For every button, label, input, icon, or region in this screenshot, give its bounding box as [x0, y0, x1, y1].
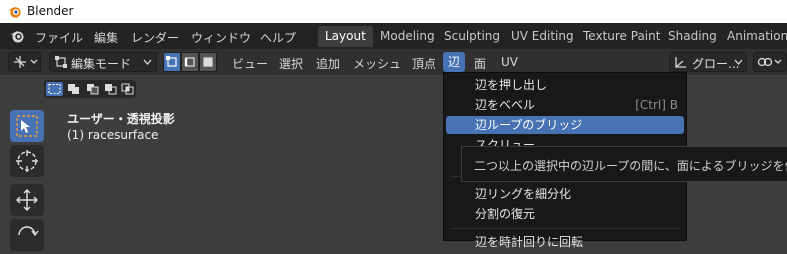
select-extend-icon[interactable]: [65, 82, 82, 96]
menu-edit[interactable]: 編集: [94, 29, 118, 46]
select-intersect-icon[interactable]: [119, 82, 136, 96]
mode-label: 編集モード: [71, 57, 132, 71]
menu-uv[interactable]: UV: [501, 55, 518, 69]
tool-select-box[interactable]: [10, 110, 44, 142]
tab-sculpting[interactable]: Sculpting: [437, 26, 507, 47]
menu-vertex[interactable]: 頂点: [412, 55, 436, 72]
active-object-label: (1) racesurface: [67, 128, 159, 142]
blender-menu-icon[interactable]: [9, 28, 25, 44]
tab-layout[interactable]: Layout: [318, 26, 373, 47]
pivot-point-selector[interactable]: [753, 52, 787, 72]
menu-window[interactable]: ウィンドウ: [191, 29, 251, 46]
menu-item-bridge-edge-loops[interactable]: 辺ループのブリッジ: [446, 116, 684, 134]
view-perspective-label: ユーザー・透視投影: [67, 112, 175, 126]
tooltip: 二つ以上の選択中の辺ループの間に、面によるブリッジを作成し: [461, 146, 787, 182]
face-select-icon: [203, 57, 213, 67]
menu-add[interactable]: 追加: [316, 55, 340, 72]
tab-shading[interactable]: Shading: [661, 26, 724, 47]
tooltip-text: 二つ以上の選択中の辺ループの間に、面によるブリッジを作成し: [474, 159, 787, 173]
menu-item-rotate-edge-cw[interactable]: 辺を時計回りに回転: [446, 233, 684, 251]
tab-texture-paint[interactable]: Texture Paint: [576, 26, 667, 47]
link-icon: [757, 57, 782, 67]
move-icon: [16, 189, 38, 211]
select-mode-toolbar: [44, 80, 136, 98]
edge-select-icon: [184, 57, 195, 67]
select-new-icon[interactable]: [46, 82, 63, 96]
menu-view[interactable]: ビュー: [232, 55, 268, 72]
menu-select[interactable]: 選択: [279, 55, 303, 72]
menu-separator: [450, 228, 680, 229]
vertex-select-icon: [166, 56, 177, 67]
tool-cursor[interactable]: [10, 145, 44, 177]
transform-orientation-selector[interactable]: グロー...: [669, 52, 747, 72]
chevron-down-icon: [143, 59, 152, 65]
menu-item-bevel-edges[interactable]: 辺をベベル [Ctrl] B: [446, 96, 684, 114]
face-select-button[interactable]: [199, 52, 217, 72]
rotate-icon: [18, 226, 39, 237]
edit-mode-icon: [55, 56, 67, 68]
blender-logo-icon: [7, 6, 21, 18]
editor-type-button[interactable]: [8, 52, 41, 72]
tab-uv-editing[interactable]: UV Editing: [504, 26, 581, 47]
global-axes-icon: [675, 57, 686, 68]
menu-edge[interactable]: 辺: [443, 52, 466, 72]
menu-item-extrude-edges[interactable]: 辺を押し出し: [446, 76, 684, 94]
tool-move[interactable]: [10, 184, 44, 216]
menu-face[interactable]: 面: [474, 55, 486, 72]
tab-animation[interactable]: Animation: [720, 26, 787, 47]
edge-select-button[interactable]: [181, 52, 199, 72]
cursor-icon: [16, 150, 38, 172]
shortcut-label: [Ctrl] B: [635, 98, 678, 112]
orientation-label: グロー...: [692, 57, 740, 71]
mode-selector[interactable]: 編集モード: [49, 52, 157, 72]
window-title: Blender: [27, 4, 74, 18]
menu-help[interactable]: ヘルプ: [260, 29, 296, 46]
tab-modeling[interactable]: Modeling: [373, 26, 442, 47]
vertex-select-button[interactable]: [163, 52, 181, 72]
menu-render[interactable]: レンダー: [131, 29, 179, 46]
select-subtract-icon[interactable]: [84, 82, 101, 96]
menu-item-subdivide-edge-ring[interactable]: 辺リングを細分化: [446, 185, 684, 203]
window-titlebar: Blender: [0, 0, 787, 23]
tool-rotate[interactable]: [10, 219, 44, 251]
menu-file[interactable]: ファイル: [35, 29, 83, 46]
select-box-icon: [16, 115, 38, 137]
select-invert-icon[interactable]: [102, 82, 119, 96]
menu-item-unsubdivide[interactable]: 分割の復元: [446, 205, 684, 223]
menu-mesh[interactable]: メッシュ: [353, 55, 401, 72]
transform-gizmo-icon: [14, 56, 38, 68]
blender-topbar: ファイル 編集 レンダー ウィンドウ ヘルプ Layout Modeling S…: [0, 23, 787, 49]
chevron-down-icon: [734, 59, 743, 65]
